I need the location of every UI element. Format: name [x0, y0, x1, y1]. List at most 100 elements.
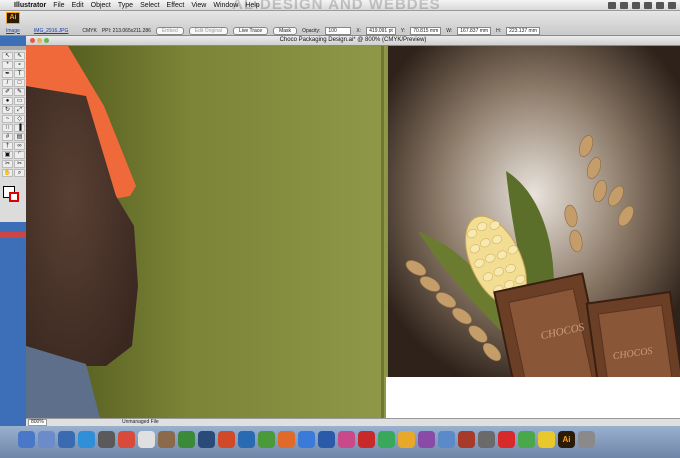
symbol-sprayer-tool-icon[interactable]: ∷	[2, 124, 13, 132]
live-trace-button[interactable]: Live Trace	[233, 26, 269, 35]
fill-stroke-swatches	[3, 186, 23, 204]
mask-button[interactable]: Mask	[273, 26, 298, 35]
tray-icon[interactable]	[632, 1, 640, 9]
magic-wand-tool-icon[interactable]: *	[2, 61, 13, 69]
eraser-tool-icon[interactable]: ▭	[14, 97, 25, 105]
file-link[interactable]: IMG_2916.JPG	[34, 28, 68, 34]
panel-divider	[381, 46, 384, 418]
embed-button[interactable]: Embed	[155, 26, 184, 35]
blank-artboard-area	[386, 377, 680, 418]
app-icon[interactable]	[398, 431, 415, 448]
warp-tool-icon[interactable]: ~	[2, 115, 13, 123]
tray-icon[interactable]	[656, 1, 664, 9]
line-tool-icon[interactable]: /	[2, 79, 13, 87]
tray-icon[interactable]	[608, 1, 616, 9]
app-icon[interactable]	[358, 431, 375, 448]
zoom-select[interactable]: 800%	[28, 419, 47, 426]
chrome-icon[interactable]	[538, 431, 555, 448]
menu-type[interactable]: Type	[118, 2, 133, 9]
lasso-tool-icon[interactable]: ∘	[14, 61, 25, 69]
artboard-canvas[interactable]: CHOCOS CHOCOS	[26, 46, 680, 418]
status-text[interactable]: Unmanaged File	[122, 419, 159, 426]
app-icon[interactable]	[438, 431, 455, 448]
bridge-icon[interactable]	[458, 431, 475, 448]
paintbrush-tool-icon[interactable]: ✐	[2, 88, 13, 96]
illustrator-dock-icon[interactable]: Ai	[558, 431, 575, 448]
ical-icon[interactable]	[138, 431, 155, 448]
control-row: Image IMG_2916.JPG CMYK PPI: 213.065x211…	[6, 26, 545, 35]
w-input[interactable]: 167.837 mm	[457, 26, 492, 35]
close-window-icon[interactable]	[30, 38, 35, 43]
app-icon[interactable]	[298, 431, 315, 448]
type-tool-icon[interactable]: T	[14, 70, 25, 78]
direct-selection-tool-icon[interactable]: ⇖	[14, 52, 25, 60]
photoshop-icon[interactable]	[198, 431, 215, 448]
selection-tool-icon[interactable]: ↖	[2, 52, 13, 60]
menu-file[interactable]: File	[53, 2, 64, 9]
stroke-swatch[interactable]	[9, 192, 19, 202]
edit-original-button[interactable]: Edit Original	[188, 26, 229, 35]
app-icon[interactable]	[478, 431, 495, 448]
desktop-window-edge	[0, 232, 26, 238]
mail-icon[interactable]	[58, 431, 75, 448]
word-icon[interactable]	[318, 431, 335, 448]
y-input[interactable]: 70.815 mm	[410, 26, 442, 35]
preview-icon[interactable]	[158, 431, 175, 448]
app-icon[interactable]	[418, 431, 435, 448]
x-input[interactable]: 419.091 pt	[366, 26, 396, 35]
free-transform-tool-icon[interactable]: ◇	[14, 115, 25, 123]
menu-bar: Illustrator File Edit Object Type Select…	[0, 0, 680, 13]
tray-icon[interactable]	[644, 1, 652, 9]
dock: Ai	[0, 426, 680, 458]
firefox-icon[interactable]	[278, 431, 295, 448]
app-icon[interactable]	[258, 431, 275, 448]
slice-tool-icon[interactable]: ✂	[2, 160, 13, 168]
artwork: CHOCOS CHOCOS	[26, 46, 680, 418]
h-input[interactable]: 223.137 mm	[506, 26, 540, 35]
opacity-label: Opacity:	[302, 27, 321, 34]
blend-tool-icon[interactable]: ∞	[14, 142, 25, 150]
gradient-tool-icon[interactable]: ▤	[14, 133, 25, 141]
dashboard-icon[interactable]	[38, 431, 55, 448]
rectangle-tool-icon[interactable]: □	[14, 79, 25, 87]
live-paint-tool-icon[interactable]: ▣	[2, 151, 13, 159]
menu-edit[interactable]: Edit	[72, 2, 84, 9]
app-icon[interactable]	[518, 431, 535, 448]
app-icon[interactable]	[218, 431, 235, 448]
tray-icon[interactable]	[668, 1, 676, 9]
app-menu[interactable]: Illustrator	[14, 2, 46, 9]
ichat-icon[interactable]	[98, 431, 115, 448]
finder-icon[interactable]	[18, 431, 35, 448]
app-icon[interactable]	[378, 431, 395, 448]
menu-object[interactable]: Object	[91, 2, 111, 9]
app-icon[interactable]	[238, 431, 255, 448]
blob-brush-tool-icon[interactable]: ●	[2, 97, 13, 105]
minimize-window-icon[interactable]	[37, 38, 42, 43]
scale-tool-icon[interactable]: ⤢	[14, 106, 25, 114]
address-book-icon[interactable]	[118, 431, 135, 448]
scissors-tool-icon[interactable]: ✂	[14, 160, 25, 168]
acrobat-icon[interactable]	[498, 431, 515, 448]
menu-select[interactable]: Select	[140, 2, 159, 9]
zoom-tool-icon[interactable]: ⌕	[14, 169, 25, 177]
pencil-tool-icon[interactable]: ✎	[14, 88, 25, 96]
zoom-window-icon[interactable]	[44, 38, 49, 43]
menu-effect[interactable]: Effect	[167, 2, 185, 9]
crop-tool-icon[interactable]: ⌜	[14, 151, 25, 159]
object-type-link[interactable]: Image	[6, 28, 20, 34]
color-mode: CMYK	[82, 27, 97, 34]
hand-tool-icon[interactable]: ✋	[2, 169, 13, 177]
itunes-icon[interactable]	[178, 431, 195, 448]
control-bar: Ai Image IMG_2916.JPG CMYK PPI: 213.065x…	[0, 11, 680, 36]
graph-tool-icon[interactable]: ▐	[14, 124, 25, 132]
rotate-tool-icon[interactable]: ↻	[2, 106, 13, 114]
safari-icon[interactable]	[78, 431, 95, 448]
pen-tool-icon[interactable]: ✒	[2, 70, 13, 78]
trash-icon[interactable]	[578, 431, 595, 448]
tray-icon[interactable]	[620, 1, 628, 9]
menu-view[interactable]: View	[191, 2, 206, 9]
app-icon[interactable]	[338, 431, 355, 448]
eyedropper-tool-icon[interactable]: †	[2, 142, 13, 150]
opacity-input[interactable]: 100	[325, 26, 352, 35]
mesh-tool-icon[interactable]: #	[2, 133, 13, 141]
